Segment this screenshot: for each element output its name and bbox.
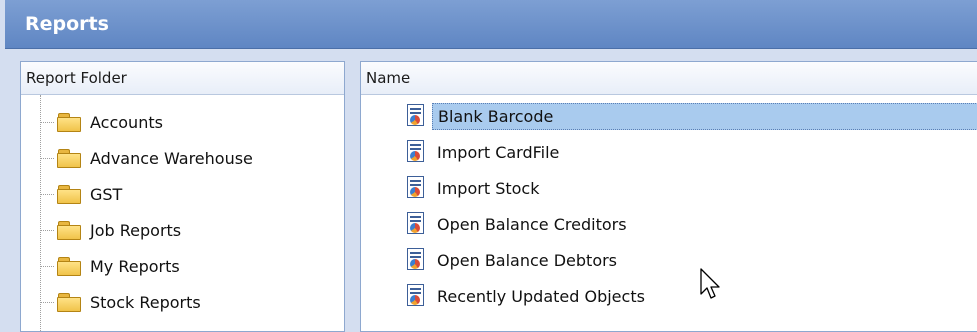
- report-item-label: Import CardFile: [437, 142, 560, 162]
- folder-icon: [57, 293, 81, 312]
- report-item-label: Import Stock: [437, 178, 540, 198]
- tree-item-label: Advance Warehouse: [90, 148, 253, 168]
- report-folder-header[interactable]: Report Folder: [21, 62, 344, 95]
- report-item-recently-updated-objects[interactable]: Recently Updated Objects: [405, 281, 977, 311]
- report-item-blank-barcode[interactable]: Blank Barcode: [405, 101, 977, 131]
- title-bar: Reports: [5, 0, 977, 49]
- report-chart-icon: [405, 212, 427, 236]
- tree-item-label: My Reports: [90, 256, 180, 276]
- tree-item-label: Stock Reports: [90, 292, 201, 312]
- tree-item-stock-reports[interactable]: Stock Reports: [40, 287, 201, 317]
- folder-icon: [57, 221, 81, 240]
- report-chart-icon: [405, 104, 427, 128]
- report-item-open-balance-creditors[interactable]: Open Balance Creditors: [405, 209, 977, 239]
- reports-window: Reports Report Folder Accounts Advance W…: [0, 0, 977, 332]
- report-list-pane[interactable]: Name Blank Barcode Import CardFile Impor…: [360, 61, 977, 332]
- report-chart-icon: [405, 140, 427, 164]
- folder-icon: [57, 185, 81, 204]
- report-item-label: Open Balance Creditors: [437, 214, 627, 234]
- tree-item-label: Accounts: [90, 112, 163, 132]
- tree-item-label: GST: [90, 184, 123, 204]
- report-item-label: Open Balance Debtors: [437, 250, 618, 270]
- name-column-header[interactable]: Name: [361, 62, 977, 95]
- mouse-pointer-icon: [700, 268, 720, 299]
- folder-icon: [57, 257, 81, 276]
- window-title: Reports: [25, 13, 109, 35]
- tree-item-gst[interactable]: GST: [40, 179, 122, 209]
- report-chart-icon: [405, 248, 427, 272]
- report-chart-icon: [405, 284, 427, 308]
- folder-icon: [57, 149, 81, 168]
- report-item-label: Recently Updated Objects: [437, 286, 645, 306]
- report-chart-icon: [405, 176, 427, 200]
- report-item-label: Blank Barcode: [432, 102, 977, 130]
- report-item-import-stock[interactable]: Import Stock: [405, 173, 977, 203]
- tree-item-label: Job Reports: [90, 220, 182, 240]
- tree-item-job-reports[interactable]: Job Reports: [40, 215, 181, 245]
- folder-icon: [57, 113, 81, 132]
- tree-item-my-reports[interactable]: My Reports: [40, 251, 180, 281]
- report-item-import-cardfile[interactable]: Import CardFile: [405, 137, 977, 167]
- report-folder-pane[interactable]: Report Folder Accounts Advance Warehouse…: [20, 61, 345, 332]
- tree-item-accounts[interactable]: Accounts: [40, 107, 163, 137]
- report-item-open-balance-debtors[interactable]: Open Balance Debtors: [405, 245, 977, 275]
- tree-item-advance-warehouse[interactable]: Advance Warehouse: [40, 143, 253, 173]
